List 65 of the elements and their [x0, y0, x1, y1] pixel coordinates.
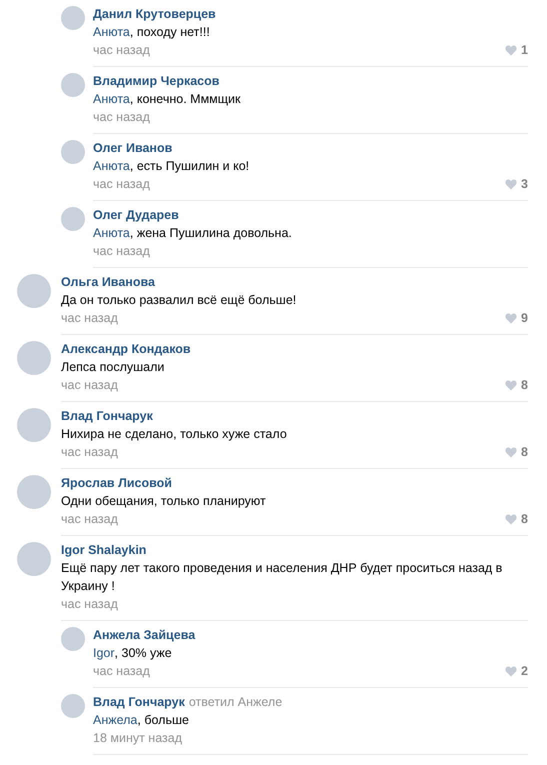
author-link[interactable]: Данил Крутоверцев — [93, 5, 216, 23]
timestamp[interactable]: 18 минут назад — [93, 729, 182, 747]
timestamp[interactable]: час назад — [93, 242, 150, 260]
avatar[interactable] — [17, 274, 51, 308]
avatar[interactable] — [61, 73, 85, 97]
like-button[interactable]: 2 — [505, 662, 528, 680]
heart-icon — [505, 178, 518, 190]
avatar[interactable] — [61, 140, 85, 164]
comment-text: , походу нет!!! — [130, 24, 210, 41]
avatar[interactable] — [61, 627, 85, 651]
timestamp[interactable]: час назад — [61, 510, 118, 528]
avatar[interactable] — [17, 341, 51, 375]
like-button[interactable]: 1 — [505, 41, 528, 59]
author-link[interactable]: Ольга Иванова — [61, 273, 155, 291]
heart-icon — [505, 380, 518, 390]
comment-text: Лепса послушали — [61, 359, 166, 376]
comment-text: , есть Пушилин и ко! — [130, 158, 250, 175]
like-button[interactable]: 8 — [505, 510, 528, 528]
avatar[interactable] — [17, 542, 51, 576]
avatar[interactable] — [61, 6, 85, 30]
avatar[interactable] — [61, 207, 85, 231]
heart-icon — [505, 446, 518, 458]
timestamp[interactable]: час назад — [61, 443, 118, 461]
like-button[interactable]: 8 — [505, 443, 528, 461]
comment-text: Да он только развалил всё ещё больше! — [61, 292, 298, 309]
like-button[interactable]: 9 — [505, 309, 528, 327]
heart-icon — [505, 312, 518, 324]
timestamp[interactable]: час назад — [93, 662, 150, 680]
avatar[interactable] — [17, 475, 51, 509]
mention-link[interactable]: Анюта — [93, 224, 130, 242]
heart-icon — [505, 44, 518, 56]
author-link[interactable]: Влад Гончарук — [93, 693, 185, 711]
mention-link[interactable]: Анжела — [93, 711, 138, 729]
like-button[interactable]: 8 — [505, 376, 528, 394]
comment-text: , больше — [137, 712, 189, 729]
author-link[interactable]: Ярослав Лисовой — [61, 474, 172, 492]
author-link[interactable]: Владимир Черкасов — [93, 72, 220, 90]
heart-icon — [505, 666, 518, 676]
timestamp[interactable]: час назад — [93, 41, 150, 59]
comment-text: , жена Пушилина довольна. — [130, 225, 292, 242]
author-link[interactable]: Александр Кондаков — [61, 340, 191, 358]
mention-link[interactable]: Igor — [93, 644, 115, 662]
mention-link[interactable]: Анюта — [93, 90, 130, 108]
like-button[interactable]: 3 — [505, 175, 528, 193]
timestamp[interactable]: час назад — [61, 376, 118, 394]
author-link[interactable]: Анжела Зайцева — [93, 626, 196, 644]
mention-link[interactable]: Анюта — [93, 23, 130, 41]
comment-text: , конечно. Мммщик — [130, 91, 240, 108]
comment-text: , 30% уже — [114, 645, 172, 662]
author-link[interactable]: Олег Дударев — [93, 206, 179, 224]
timestamp[interactable]: час назад — [61, 309, 118, 327]
heart-icon — [505, 514, 518, 524]
timestamp[interactable]: час назад — [61, 595, 118, 613]
author-link[interactable]: Влад Гончарук — [61, 407, 153, 425]
comment-text: Ещё пару лет такого проведения и населения ДНР будет проситься назад в Украину ! — [61, 560, 504, 595]
timestamp[interactable]: час назад — [93, 175, 150, 193]
timestamp[interactable]: час назад — [93, 108, 150, 126]
comment-text: Одни обещания, только планируют — [61, 493, 267, 510]
reply-note: ответил Анжеле — [188, 694, 282, 711]
mention-link[interactable]: Анюта — [93, 157, 130, 175]
comment-text: Нихира не сделано, только хуже стало — [61, 426, 288, 443]
avatar[interactable] — [17, 408, 51, 442]
author-link[interactable]: Igor Shalaykin — [61, 541, 146, 559]
avatar[interactable] — [61, 694, 85, 718]
author-link[interactable]: Олег Иванов — [93, 139, 172, 157]
